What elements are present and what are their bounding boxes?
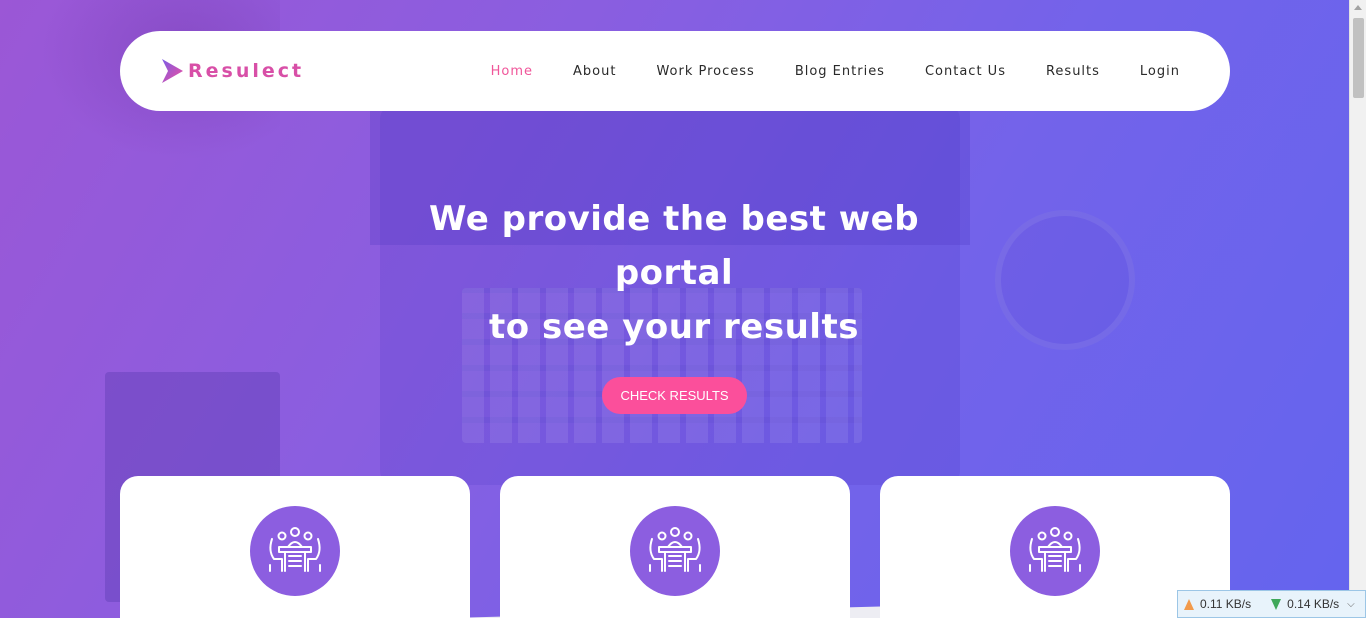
logo-arrow-icon [162,59,183,83]
scroll-thumb[interactable] [1353,18,1364,98]
scroll-up-icon[interactable] [1354,5,1362,10]
nav-work-process[interactable]: Work Process [636,64,774,79]
brand-logo[interactable]: Resulect [160,56,304,86]
nav-results[interactable]: Results [1026,64,1120,79]
download-arrow-icon [1271,598,1282,610]
meeting-icon [1029,527,1081,572]
hero-section: Resulect Home About Work Process Blog En… [0,0,1349,618]
check-results-button[interactable]: CHECK RESULTS [602,377,747,414]
brand-name: Resulect [188,60,305,82]
meeting-icon [269,527,321,572]
card-icon-circle [250,506,340,596]
upload-speed: 0.11 KB/s [1178,597,1251,611]
nav-contact-us[interactable]: Contact Us [905,64,1026,79]
background-coffee-cup [995,210,1135,350]
navbar: Resulect Home About Work Process Blog En… [120,31,1230,111]
nav-blog-entries[interactable]: Blog Entries [775,64,905,79]
hero-headline: We provide the best web portal to see yo… [400,192,948,354]
feature-card-2 [500,476,850,618]
headline-text-1: We provide the best [428,199,839,239]
headline-text-2: to see your [489,307,724,347]
upload-speed-value: 0.11 KB/s [1200,597,1252,611]
meeting-icon [649,527,701,572]
upload-arrow-icon [1184,598,1194,610]
download-speed: 0.14 KB/s [1265,597,1339,611]
card-icon-circle [630,506,720,596]
chevron-down-icon[interactable]: ⌵ [1347,599,1355,610]
vertical-scrollbar[interactable] [1349,0,1366,618]
net-speed-widget: 0.11 KB/s 0.14 KB/s ⌵ [1177,590,1366,618]
download-speed-value: 0.14 KB/s [1287,597,1340,611]
feature-card-1 [120,476,470,618]
headline-bold-2: results [723,307,859,347]
card-icon-circle [1010,506,1100,596]
nav-about[interactable]: About [553,64,636,79]
nav-login[interactable]: Login [1120,64,1200,79]
main-nav: Home About Work Process Blog Entries Con… [471,64,1200,79]
nav-home[interactable]: Home [471,64,553,79]
